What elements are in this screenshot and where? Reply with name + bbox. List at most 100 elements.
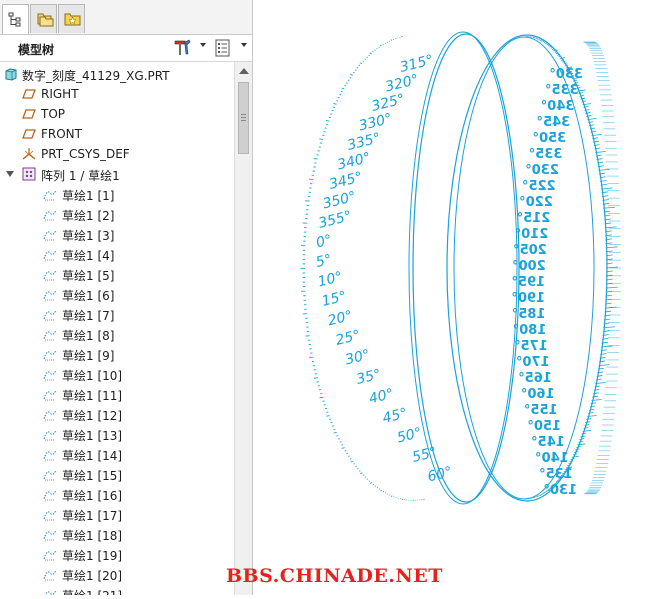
tree-item-sketch[interactable]: 草绘1 [17] bbox=[0, 504, 234, 524]
scale-tick-mark bbox=[565, 65, 568, 66]
scale-tick-mark bbox=[375, 50, 376, 51]
scale-label-back: 145° bbox=[531, 435, 565, 450]
scroll-up-arrow-icon[interactable] bbox=[239, 68, 249, 74]
tree-item-label: 草绘1 [8] bbox=[62, 327, 114, 344]
tab-folder-browser[interactable] bbox=[30, 4, 57, 33]
tree-item-sketch[interactable]: 草绘1 [13] bbox=[0, 424, 234, 444]
coordinate-system-icon bbox=[22, 147, 36, 161]
scale-label-front: 15° bbox=[320, 288, 348, 310]
sketch-icon bbox=[43, 247, 57, 261]
tree-item-label: 草绘1 [19] bbox=[62, 547, 122, 564]
tree-item-sketch[interactable]: 草绘1 [6] bbox=[0, 284, 234, 304]
tree-item-sketch[interactable]: 草绘1 [10] bbox=[0, 364, 234, 384]
graphics-viewport[interactable]: 315°320°325°330°335°340°345°350°355°0°5°… bbox=[253, 0, 645, 595]
scale-tick-mark bbox=[534, 37, 535, 38]
scale-tick-mark bbox=[369, 481, 370, 482]
tree-item-root-part[interactable]: 数字_刻度_41129_XG.PRT bbox=[0, 64, 234, 84]
tree-item-plane-right[interactable]: RIGHT bbox=[0, 84, 234, 104]
scale-tick-mark bbox=[385, 493, 386, 494]
scale-label-front: 35° bbox=[355, 366, 383, 388]
scale-tick-mark bbox=[533, 37, 534, 38]
tree-item-sketch[interactable]: 草绘1 [21] bbox=[0, 584, 234, 595]
scale-label-back: 340° bbox=[541, 99, 575, 114]
tree-item-sketch[interactable]: 草绘1 [8] bbox=[0, 324, 234, 344]
scale-label-back: 210° bbox=[515, 227, 549, 242]
tree-item-sketch[interactable]: 草绘1 [12] bbox=[0, 404, 234, 424]
scale-tick-mark bbox=[534, 497, 535, 498]
scale-tick-mark bbox=[551, 47, 553, 48]
settings-dropdown-caret[interactable] bbox=[200, 43, 206, 47]
show-filters-button[interactable] bbox=[214, 39, 232, 57]
tree-item-plane-top[interactable]: TOP bbox=[0, 104, 234, 124]
tab-favorites[interactable] bbox=[58, 4, 85, 33]
scale-tick-mark bbox=[575, 449, 579, 450]
tree-item-sketch[interactable]: 草绘1 [14] bbox=[0, 444, 234, 464]
collapse-triangle-icon[interactable] bbox=[5, 169, 15, 179]
scroll-thumb[interactable] bbox=[238, 82, 249, 154]
scale-tick-mark bbox=[341, 88, 344, 89]
scale-tick-mark bbox=[383, 44, 384, 45]
tab-model-tree[interactable] bbox=[2, 4, 29, 34]
scale-label-back: 180° bbox=[513, 323, 547, 338]
scale-tick-mark bbox=[536, 38, 537, 39]
scale-label-back: 190° bbox=[511, 291, 545, 306]
tree-item-label: RIGHT bbox=[41, 87, 79, 101]
scale-tick-mark bbox=[592, 396, 597, 397]
tree-item-pattern[interactable]: 阵列 1 / 草绘1 bbox=[0, 164, 234, 184]
tree-item-sketch[interactable]: 草绘1 [16] bbox=[0, 484, 234, 504]
scale-label-front: 55° bbox=[411, 444, 439, 466]
tree-item-sketch[interactable]: 草绘1 [9] bbox=[0, 344, 234, 364]
tree-scrollbar[interactable] bbox=[234, 62, 252, 595]
tree-item-label: TOP bbox=[41, 107, 65, 121]
tree-item-sketch[interactable]: 草绘1 [19] bbox=[0, 544, 234, 564]
scale-label-back: 130° bbox=[543, 483, 577, 498]
scale-tick-mark bbox=[363, 61, 364, 62]
scale-tick-mark bbox=[584, 427, 589, 428]
scale-tick-mark bbox=[351, 461, 353, 462]
tree-item-sketch[interactable]: 草绘1 [4] bbox=[0, 244, 234, 264]
scale-tick-mark bbox=[552, 49, 554, 50]
scale-tick-mark bbox=[383, 491, 384, 492]
tree-item-plane-front[interactable]: FRONT bbox=[0, 124, 234, 144]
tree-item-sketch[interactable]: 草绘1 [15] bbox=[0, 464, 234, 484]
tree-item-sketch[interactable]: 草绘1 [18] bbox=[0, 524, 234, 544]
scale-tick-mark bbox=[375, 486, 376, 487]
pattern-icon bbox=[22, 167, 36, 181]
scale-tick-mark bbox=[606, 247, 618, 248]
tree-item-sketch[interactable]: 草绘1 [1] bbox=[0, 184, 234, 204]
tree-item-label: 阵列 1 / 草绘1 bbox=[41, 167, 120, 184]
tree-settings-button[interactable] bbox=[173, 39, 193, 57]
scale-tick-mark bbox=[389, 41, 390, 42]
scale-tick-mark bbox=[355, 70, 356, 71]
scale-label-back: 185° bbox=[512, 307, 546, 322]
scale-label-back: 135° bbox=[539, 467, 573, 482]
scale-tick-mark bbox=[381, 490, 382, 491]
scale-tick-mark bbox=[545, 43, 547, 44]
tree-item-sketch[interactable]: 草绘1 [11] bbox=[0, 384, 234, 404]
scale-tick-mark bbox=[373, 52, 374, 53]
tree-item-sketch[interactable]: 草绘1 [3] bbox=[0, 224, 234, 244]
scale-tick-mark bbox=[359, 471, 360, 472]
tree-item-csys[interactable]: PRT_CSYS_DEF bbox=[0, 144, 234, 164]
scale-tick-mark bbox=[357, 468, 358, 469]
scale-tick-mark bbox=[377, 487, 378, 488]
scale-tick-mark bbox=[541, 40, 542, 41]
scale-tick-mark bbox=[379, 47, 380, 48]
tree-item-label: 草绘1 [15] bbox=[62, 467, 122, 484]
tree-item-label: 草绘1 [2] bbox=[62, 207, 114, 224]
scale-tick-mark bbox=[363, 475, 364, 476]
scale-tick-mark bbox=[391, 39, 392, 40]
tree-item-sketch[interactable]: 草绘1 [2] bbox=[0, 204, 234, 224]
filters-dropdown-caret[interactable] bbox=[241, 43, 247, 47]
sketch-icon bbox=[43, 207, 57, 221]
tree-item-sketch[interactable]: 草绘1 [20] bbox=[0, 564, 234, 584]
tree-item-sketch[interactable]: 草绘1 [5] bbox=[0, 264, 234, 284]
sketch-icon bbox=[43, 367, 57, 381]
scale-tick-mark bbox=[599, 169, 610, 170]
scale-tick-mark bbox=[367, 479, 368, 480]
sketch-icon bbox=[43, 347, 57, 361]
scale-tick-mark bbox=[549, 46, 551, 47]
scale-tick-mark bbox=[334, 432, 337, 433]
tree-item-sketch[interactable]: 草绘1 [7] bbox=[0, 304, 234, 324]
sketch-icon bbox=[43, 467, 57, 481]
